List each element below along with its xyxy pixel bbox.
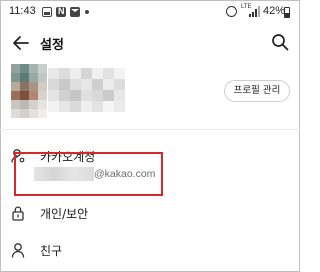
lock-icon [11, 205, 25, 221]
battery-percent: 42% [263, 5, 286, 17]
settings-header: 설정 [0, 26, 300, 60]
naver-notification-icon: N [56, 6, 66, 17]
highlight-box [14, 152, 163, 196]
search-icon[interactable] [270, 32, 290, 52]
menu-item-label: 개인/보안 [40, 207, 89, 221]
back-arrow-icon[interactable] [10, 32, 32, 54]
page-title: 설정 [40, 38, 64, 53]
status-bar: 11:43 N LTE 42% [0, 0, 300, 26]
profile-name-blurred [48, 68, 130, 112]
gallery-notification-icon [42, 7, 52, 17]
mail-notification-icon [70, 7, 80, 17]
status-time: 11:43 [9, 5, 36, 17]
more-notifications-dot-icon [85, 10, 89, 14]
profile-manage-button[interactable]: 프로필 관리 [224, 80, 290, 102]
battery-icon [284, 7, 290, 18]
menu-item-privacy-security[interactable]: 개인/보안 [0, 200, 300, 230]
menu-item-friends[interactable]: 친구 [0, 237, 300, 267]
signal-strength-icon [249, 6, 261, 17]
person-icon [11, 242, 25, 258]
section-divider [0, 129, 300, 130]
alarm-icon [226, 6, 237, 17]
profile-section: 프로필 관리 [0, 62, 300, 122]
profile-avatar[interactable] [11, 64, 47, 118]
menu-item-label: 친구 [40, 244, 63, 258]
